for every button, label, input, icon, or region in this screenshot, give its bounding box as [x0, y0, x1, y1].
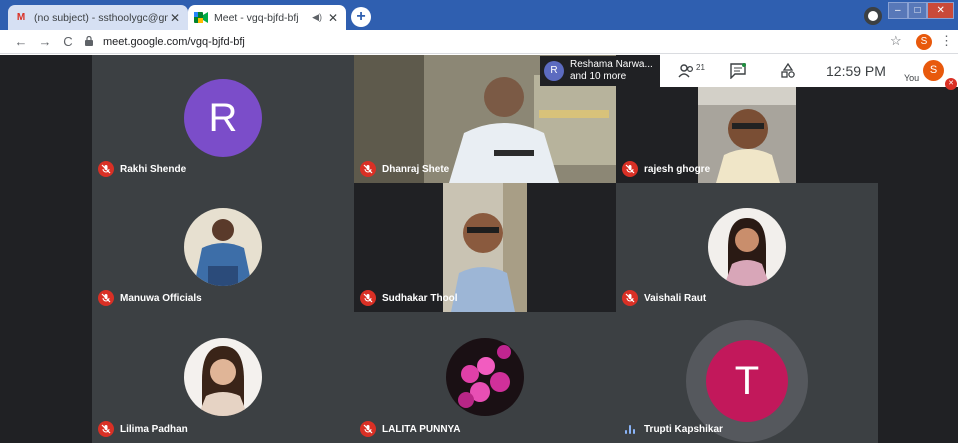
minimize-button[interactable]: –: [888, 2, 908, 19]
participant-tile-rakhi[interactable]: R Rakhi Shende: [92, 55, 354, 183]
presenter-name: Reshama Narwa...: [570, 59, 653, 70]
mic-off-icon: [360, 421, 376, 437]
reload-icon[interactable]: C: [59, 33, 77, 51]
participant-tile-trupti[interactable]: T Trupti Kapshikar: [616, 312, 878, 443]
participant-name: LALITA PUNNYA: [382, 423, 461, 435]
tab-meet[interactable]: Meet - vgq-bjfd-bfj ◀) ✕: [188, 5, 346, 30]
participant-name: Manuwa Officials: [120, 292, 202, 304]
meet-top-bar: 21 12:59 PM You S ✕: [660, 55, 958, 90]
meet-video-grid: R Rakhi Shende Dhanraj Shete rajesh ghog…: [0, 55, 958, 443]
url-text: meet.google.com/vgq-bjfd-bfj: [103, 36, 245, 48]
meeting-clock: 12:59 PM: [826, 63, 886, 79]
participant-name: Lilima Padhan: [120, 423, 188, 435]
participant-name: Vaishali Raut: [644, 292, 707, 304]
participant-name-bar: Dhanraj Shete: [360, 161, 449, 177]
self-mic-off-badge: ✕: [945, 78, 957, 90]
presenter-chip[interactable]: R Reshama Narwa... and 10 more: [540, 56, 660, 86]
browser-toolbar: ← → C meet.google.com/vgq-bjfd-bfj ☆ S ⋮: [0, 30, 958, 54]
close-icon[interactable]: ✕: [168, 11, 182, 25]
self-avatar[interactable]: S: [923, 60, 944, 81]
participant-name-bar: Sudhakar Thool: [360, 290, 458, 306]
mic-off-icon: [360, 161, 376, 177]
lock-icon: [85, 35, 97, 48]
menu-kebab-icon[interactable]: ⋮: [940, 33, 953, 49]
maximize-button[interactable]: □: [907, 2, 928, 19]
back-arrow-icon[interactable]: ←: [12, 33, 30, 51]
participant-tile-lalita[interactable]: LALITA PUNNYA: [354, 312, 616, 443]
avatar: T: [706, 340, 788, 422]
video-feed: [698, 85, 796, 183]
you-label: You: [904, 73, 920, 83]
mic-off-icon: [98, 161, 114, 177]
bookmark-star-icon[interactable]: ☆: [890, 33, 902, 49]
close-icon[interactable]: ✕: [326, 11, 340, 25]
audio-level-icon: [622, 421, 638, 437]
participant-name-bar: Manuwa Officials: [98, 290, 202, 306]
mic-off-icon: [622, 290, 638, 306]
participant-name-bar: Lilima Padhan: [98, 421, 188, 437]
forward-arrow-icon[interactable]: →: [36, 33, 54, 51]
window-controls: – □ ✕: [888, 2, 954, 19]
people-icon[interactable]: 21: [678, 61, 705, 81]
participant-name-bar: Trupti Kapshikar: [622, 421, 723, 437]
profile-photo: [184, 338, 262, 416]
chat-icon[interactable]: [730, 61, 746, 81]
close-window-button[interactable]: ✕: [927, 2, 954, 19]
participant-name: Trupti Kapshikar: [644, 423, 723, 435]
participant-name-bar: rajesh ghogre: [622, 161, 710, 177]
browser-account-icon[interactable]: [864, 7, 882, 25]
tab-title: Meet - vgq-bjfd-bfj: [214, 11, 299, 24]
participant-tile-lilima[interactable]: Lilima Padhan: [92, 312, 354, 443]
participant-name: Dhanraj Shete: [382, 163, 450, 175]
tab-title: (no subject) - ssthoolygc@gmail: [34, 11, 168, 24]
participant-name-bar: LALITA PUNNYA: [360, 421, 461, 437]
people-count: 21: [696, 62, 705, 72]
gmail-icon: M: [16, 12, 26, 23]
participant-name: Rakhi Shende: [120, 163, 187, 175]
address-bar[interactable]: meet.google.com/vgq-bjfd-bfj: [85, 33, 880, 51]
participant-name: Sudhakar Thool: [382, 292, 458, 304]
speaker-icon[interactable]: ◀): [312, 12, 322, 23]
profile-photo: [184, 208, 262, 286]
tab-gmail[interactable]: M (no subject) - ssthoolygc@gmail ✕: [8, 5, 188, 30]
participant-tile-sudhakar[interactable]: Sudhakar Thool: [354, 183, 616, 312]
participant-tile-vaishali[interactable]: Vaishali Raut: [616, 183, 878, 312]
avatar: R: [184, 79, 262, 157]
activities-icon[interactable]: [780, 61, 796, 81]
profile-photo: [446, 338, 524, 416]
browser-tab-strip: M (no subject) - ssthoolygc@gmail ✕ Meet…: [0, 0, 958, 30]
profile-avatar[interactable]: S: [916, 34, 932, 50]
mic-off-icon: [360, 290, 376, 306]
mic-off-icon: [98, 290, 114, 306]
participant-name: rajesh ghogre: [644, 163, 711, 175]
mic-off-icon: [98, 421, 114, 437]
mic-off-icon: [622, 161, 638, 177]
participant-name-bar: Vaishali Raut: [622, 290, 706, 306]
presenter-more: and 10 more: [570, 71, 627, 82]
presenter-avatar: R: [544, 61, 564, 81]
participant-tile-manuwa[interactable]: Manuwa Officials: [92, 183, 354, 312]
meet-icon: [194, 12, 208, 24]
new-tab-button[interactable]: +: [351, 7, 371, 27]
profile-photo: [708, 208, 786, 286]
participant-name-bar: Rakhi Shende: [98, 161, 186, 177]
